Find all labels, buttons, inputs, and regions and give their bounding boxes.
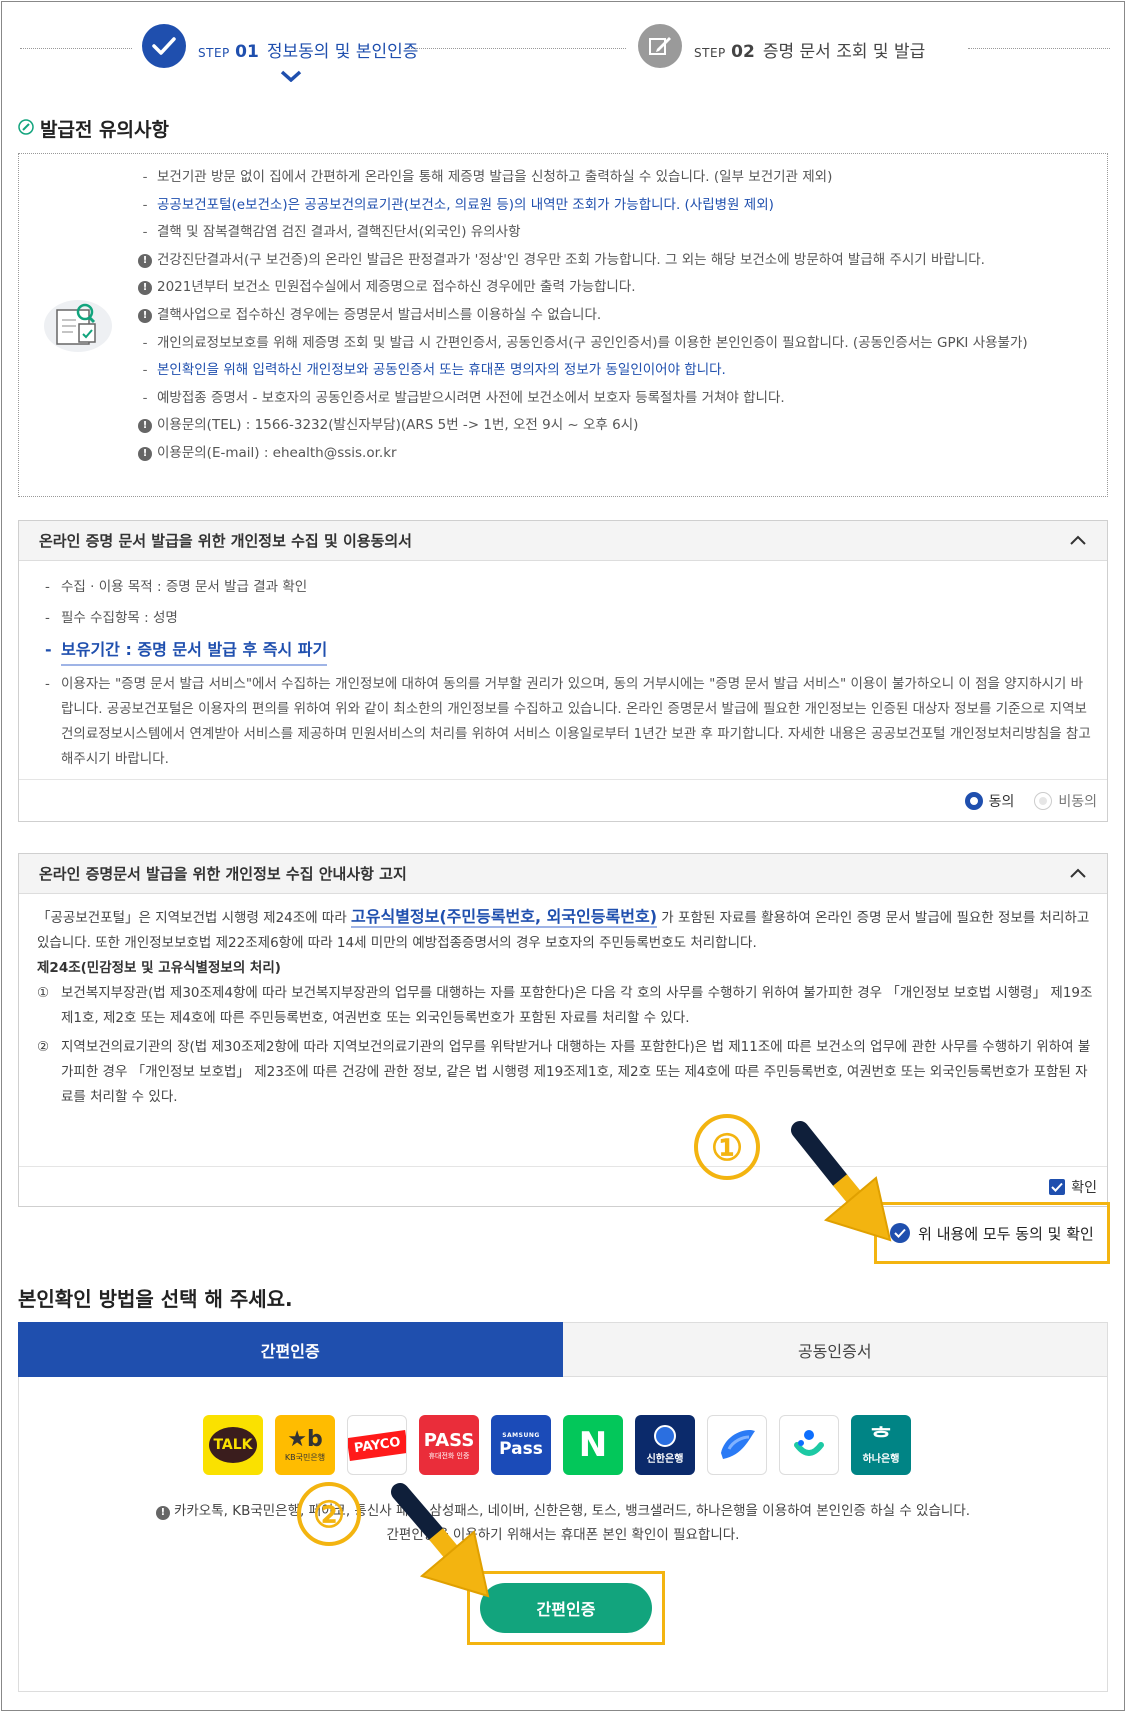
- notice2-body: 「공공보건포털」은 지역보건법 시행령 제24조에 따라 고유식별정보(주민등록…: [37, 904, 1097, 1110]
- alert-icon: !: [138, 446, 152, 461]
- auth-provider-icons: TALK ★b KB국민은행 PAYCO PASS 휴대전화 인증 SAMSUN…: [203, 1415, 911, 1475]
- naver-icon[interactable]: N: [563, 1415, 623, 1475]
- step-01-label: STEP 01 정보동의 및 본인인증: [198, 42, 419, 62]
- alert-icon: !: [138, 419, 152, 434]
- chevron-up-icon[interactable]: [1069, 865, 1087, 883]
- samsung-pass-icon[interactable]: SAMSUNG Pass: [491, 1415, 551, 1475]
- tab-joint-certificate[interactable]: 공동인증서: [562, 1322, 1108, 1377]
- alert-icon: !: [138, 308, 152, 323]
- disagree-radio[interactable]: 비동의: [1034, 791, 1097, 811]
- list-item: ! 이용문의(E-mail) : ehealth@ssis.or.kr: [133, 440, 1028, 468]
- list-item: - 개인의료정보보호를 위해 제증명 조회 및 발급 시 간편인증서, 공동인증서…: [142, 334, 1028, 351]
- step-active-arrow-icon: [280, 70, 302, 82]
- check-circle-icon: [890, 1223, 911, 1243]
- list-item: - 예방접종 증명서 - 보호자의 공동인증서로 발급받으시려면 사전에 보건소에…: [142, 389, 785, 406]
- list-item: - 공공보건포털(e보건소)은 공공보건의료기관(보건소, 의료원 등)의 내역만…: [142, 196, 774, 213]
- agree-all-checkbox[interactable]: 위 내용에 모두 동의 및 확인: [874, 1202, 1110, 1264]
- list-item: - 결핵 및 잠복결핵감염 검진 결과서, 결핵진단서(외국인) 유의사항: [142, 224, 521, 241]
- confirm-row: 확인: [19, 1166, 1107, 1206]
- list-item: - 이용자는 "증명 문서 발급 서비스"에서 수집하는 개인정보에 대하여 동의…: [45, 676, 1091, 767]
- simple-auth-button[interactable]: 간편인증: [480, 1583, 652, 1633]
- alert-icon: !: [138, 253, 152, 268]
- kakaotalk-icon[interactable]: TALK: [203, 1415, 263, 1475]
- consent-panel-header[interactable]: 온라인 증명 문서 발급을 위한 개인정보 수집 및 이용동의서: [19, 521, 1107, 561]
- auth-note: ! 카카오톡, KB국민은행, 페이코, 통신사 패스, 삼성패스, 네이버, 신…: [19, 1499, 1107, 1547]
- step-indicator: STEP 01 정보동의 및 본인인증 STEP 02 증명 문서 조회 및 발급: [20, 24, 1110, 94]
- confirm-checkbox[interactable]: 확인: [1049, 1177, 1097, 1197]
- auth-title: 본인확인 방법을 선택 해 주세요.: [18, 1287, 293, 1311]
- consent-panel: 온라인 증명 문서 발급을 위한 개인정보 수집 및 이용동의서 - 수집 · 이…: [18, 520, 1108, 822]
- banksalad-icon[interactable]: [779, 1415, 839, 1475]
- checkbox-check-icon: [1049, 1178, 1066, 1195]
- list-item: - 본인확인을 위해 입력하신 개인정보와 공동인증서 또는 휴대폰 명의자의 정…: [142, 362, 726, 379]
- list-item: - 보건기관 방문 없이 집에서 간편하게 온라인을 통해 제증명 발급을 신청하…: [142, 169, 833, 185]
- consent-radio-group: 동의 비동의: [19, 779, 1107, 821]
- auth-tabs: 간편인증 공동인증서: [18, 1322, 1108, 1377]
- payco-icon[interactable]: PAYCO: [347, 1415, 407, 1475]
- notice-box: - 보건기관 방문 없이 집에서 간편하게 온라인을 통해 제증명 발급을 신청하…: [18, 153, 1108, 497]
- toss-icon[interactable]: [707, 1415, 767, 1475]
- agree-radio[interactable]: 동의: [964, 791, 1014, 811]
- article-heading: 제24조(민감정보 및 고유식별정보의 처리): [37, 960, 281, 976]
- pencil-icon: [18, 118, 34, 140]
- list-item: - 수집 · 이용 목적 : 증명 문서 발급 결과 확인: [45, 579, 308, 595]
- list-item: ! 2021년부터 보건소 민원접수실에서 제증명으로 접수하신 경우에만 출력 …: [133, 274, 1028, 302]
- check-icon: [142, 24, 186, 68]
- kb-bank-icon[interactable]: ★b KB국민은행: [275, 1415, 335, 1475]
- list-item: ② 지역보건의료기관의 장(법 제30조제2항에 따라 지역보건의료기관의 업무를…: [37, 1039, 1091, 1105]
- tab-simple-auth[interactable]: 간편인증: [18, 1322, 563, 1377]
- consent-list: - 수집 · 이용 목적 : 증명 문서 발급 결과 확인 - 필수 수집항목 : …: [45, 575, 1095, 778]
- auth-button-highlight: 간편인증: [467, 1571, 665, 1645]
- auth-body: TALK ★b KB국민은행 PAYCO PASS 휴대전화 인증 SAMSUN…: [18, 1377, 1108, 1692]
- notice-list: - 보건기관 방문 없이 집에서 간편하게 온라인을 통해 제증명 발급을 신청하…: [133, 164, 1028, 468]
- document-search-icon: [43, 294, 113, 358]
- alert-icon: !: [138, 281, 152, 296]
- notice2-intro: 「공공보건포털」은 지역보건법 시행령 제24조에 따라 고유식별정보(주민등록…: [37, 907, 1090, 951]
- list-item: - 보유기간 : 증명 문서 발급 후 즉시 파기: [45, 637, 1095, 666]
- list-item: - 필수 수집항목 : 성명: [45, 610, 178, 626]
- list-item: ! 이용문의(TEL) : 1566-3232(발신자부담)(ARS 5번 -> …: [133, 412, 1028, 440]
- chevron-up-icon[interactable]: [1069, 532, 1087, 550]
- edit-icon: [638, 24, 682, 68]
- list-item: ! 결핵사업으로 접수하신 경우에는 증명문서 발급서비스를 이용하실 수 없습니…: [133, 302, 1028, 330]
- step-02-label: STEP 02 증명 문서 조회 및 발급: [694, 42, 926, 62]
- notice2-panel-header[interactable]: 온라인 증명문서 발급을 위한 개인정보 수집 안내사항 고지: [19, 854, 1107, 894]
- notice-title: 발급전 유의사항: [18, 115, 169, 142]
- notice2-panel: 온라인 증명문서 발급을 위한 개인정보 수집 안내사항 고지 「공공보건포털」…: [18, 853, 1108, 1207]
- list-item: ! 건강진단결과서(구 보건증)의 온라인 발급은 판정결과가 '정상'인 경우만…: [133, 247, 1028, 275]
- shinhan-bank-icon[interactable]: 신한은행: [635, 1415, 695, 1475]
- alert-icon: !: [155, 1506, 170, 1520]
- list-item: ① 보건복지부장관(법 제30조제4항에 따라 보건복지부장관의 업무를 대행하는…: [37, 985, 1093, 1026]
- hana-bank-icon[interactable]: ᄒ 하나은행: [851, 1415, 911, 1475]
- pass-icon[interactable]: PASS 휴대전화 인증: [419, 1415, 479, 1475]
